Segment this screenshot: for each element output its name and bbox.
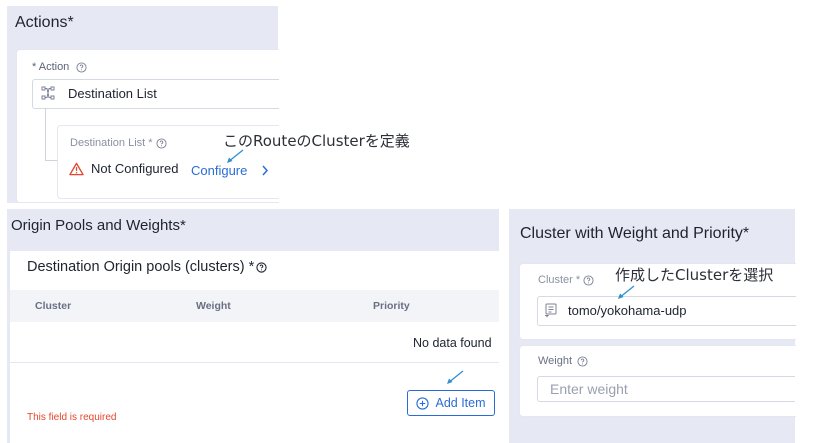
cluster-weight-required-mark: *: [742, 225, 750, 242]
cluster-weight-title-text: Cluster with Weight and Priority: [520, 225, 743, 242]
origin-pools-table-title: Destination Origin pools (clusters) *: [27, 259, 267, 275]
annotation-select-cluster: 作成したClusterを選択: [615, 266, 774, 284]
origin-pools-title-text: Origin Pools and Weights: [11, 217, 180, 234]
not-configured-status: Not Configured: [69, 161, 178, 176]
destination-list-label-text: Destination List *: [70, 137, 153, 149]
pointer-arrow-icon: [224, 148, 246, 166]
help-circle-icon[interactable]: [156, 137, 167, 149]
weight-field[interactable]: [537, 376, 795, 402]
pointer-arrow-icon: [444, 369, 466, 387]
cluster-weight-title: Cluster with Weight and Priority*: [520, 225, 749, 243]
action-label-text: * Action: [32, 61, 70, 73]
list-select-icon: [544, 303, 558, 318]
destination-list-label: Destination List *: [70, 137, 167, 149]
add-item-label: Add Item: [435, 396, 486, 410]
cluster-select-value: tomo/yokohama-udp: [568, 303, 687, 318]
actions-title: Actions*: [15, 14, 74, 32]
help-circle-icon[interactable]: [76, 61, 87, 73]
status-text: Not Configured: [91, 161, 179, 176]
action-select[interactable]: Destination List: [32, 79, 279, 109]
route-split-icon: [41, 86, 55, 100]
actions-required-mark: *: [67, 14, 74, 31]
warning-triangle-icon: [69, 162, 84, 176]
field-required-error: This field is required: [27, 412, 117, 423]
weight-input[interactable]: [550, 381, 780, 397]
pointer-arrow-icon: [615, 284, 637, 302]
actions-title-text: Actions: [15, 14, 68, 31]
action-label: * Action: [32, 61, 87, 73]
table-divider: [10, 362, 499, 363]
column-header-priority[interactable]: Priority: [373, 300, 410, 312]
add-item-button[interactable]: Add Item: [407, 390, 495, 416]
column-header-weight[interactable]: Weight: [196, 300, 231, 312]
cluster-select[interactable]: tomo/yokohama-udp: [537, 296, 796, 326]
plus-circle-icon: [416, 396, 430, 410]
help-circle-icon[interactable]: [583, 274, 594, 286]
cluster-label: Cluster *: [538, 274, 594, 286]
column-header-cluster[interactable]: Cluster: [35, 300, 71, 312]
annotation-define-cluster: このRouteのClusterを定義: [223, 132, 410, 150]
origin-pools-title: Origin Pools and Weights*: [11, 217, 186, 234]
help-circle-icon[interactable]: [577, 355, 588, 367]
origin-pools-required-mark: *: [179, 217, 186, 234]
empty-table-text: No data found: [413, 336, 492, 350]
table-header-row: [10, 290, 499, 322]
help-circle-icon[interactable]: [256, 261, 267, 273]
chevron-right-icon[interactable]: [261, 165, 269, 176]
action-select-value: Destination List: [68, 86, 157, 101]
weight-label: Weight: [538, 355, 588, 367]
weight-label-text: Weight: [538, 355, 573, 367]
origin-pools-table-title-text: Destination Origin pools (clusters) *: [27, 259, 255, 275]
cluster-label-text: Cluster *: [538, 274, 581, 286]
